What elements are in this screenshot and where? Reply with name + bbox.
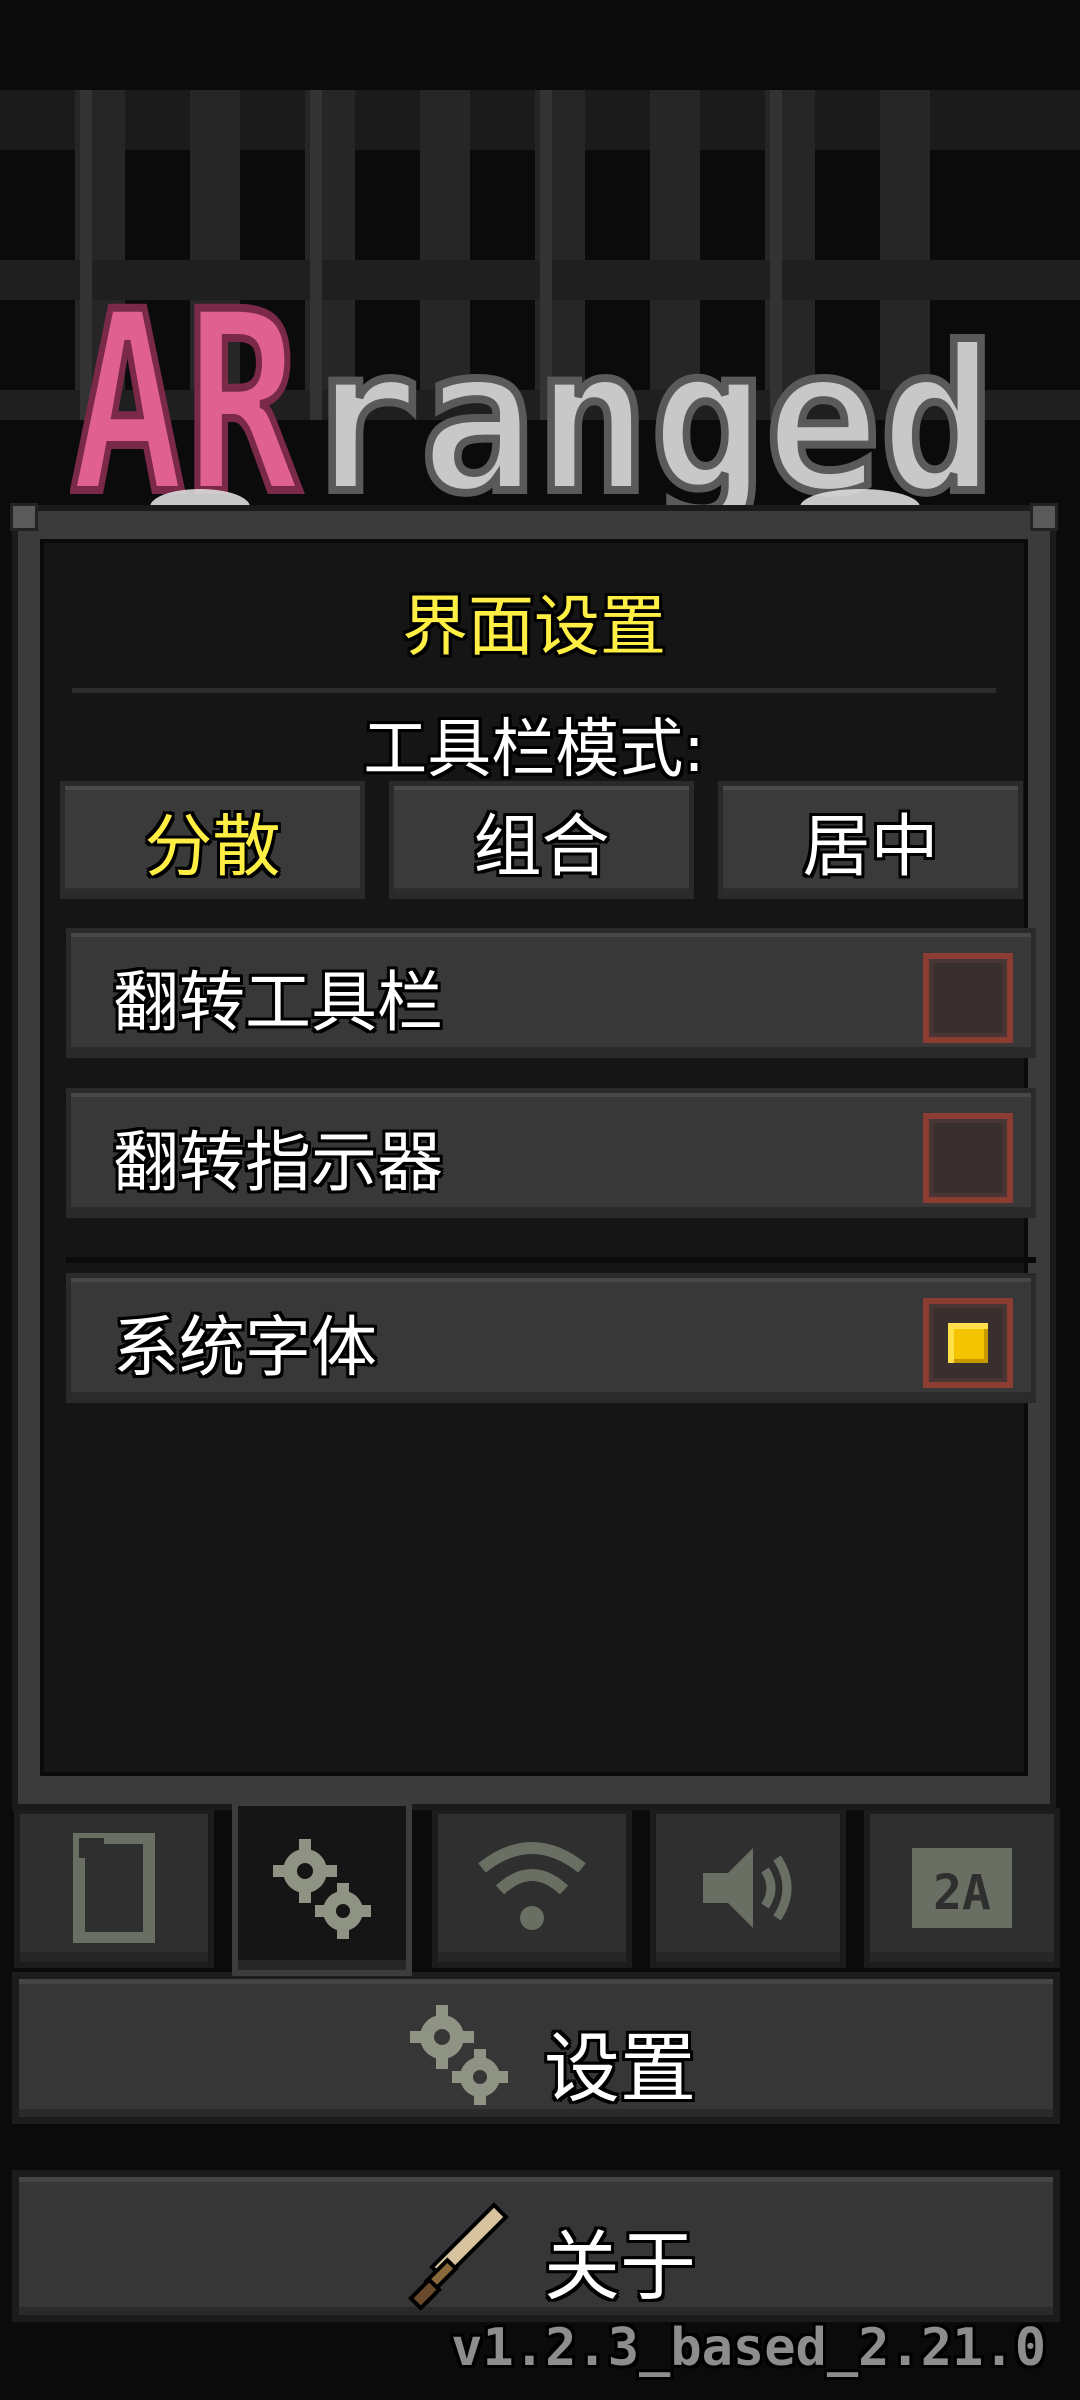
- tab-display[interactable]: [14, 1808, 214, 1968]
- mode-center-label: 居中: [802, 807, 939, 887]
- flip-indicator-label: 翻转指示器: [113, 1124, 443, 1201]
- flip-toolbar-label: 翻转工具栏: [113, 964, 443, 1041]
- speaker-icon: [703, 1848, 792, 1928]
- settings-button-label: 设置: [544, 2024, 696, 2113]
- about-button-label: 关于: [544, 2222, 696, 2311]
- mode-group-button[interactable]: 组合: [389, 781, 694, 899]
- language-icon: 2A: [912, 1848, 1012, 1928]
- row-separator: [66, 1257, 1036, 1263]
- checkbox-checked-mark: [948, 1323, 988, 1363]
- game-title-logo: AR ranged: [70, 285, 999, 515]
- panel-corner: [10, 503, 38, 531]
- settings-button[interactable]: 设置: [12, 1972, 1060, 2124]
- logo-text-pink: AR: [70, 285, 300, 515]
- sword-icon: [408, 2202, 509, 2311]
- panel-content: 界面设置 工具栏模式: 分散 组合 居中 翻转工具栏 翻转指示器 系统字体: [40, 539, 1036, 1776]
- mode-group-label: 组合: [473, 807, 610, 887]
- system-font-label: 系统字体: [113, 1309, 377, 1386]
- system-font-row[interactable]: 系统字体: [66, 1273, 1036, 1403]
- flip-indicator-checkbox[interactable]: [923, 1113, 1013, 1203]
- title-divider: [72, 688, 996, 693]
- about-button[interactable]: 关于: [12, 2170, 1060, 2322]
- mode-scatter-label: 分散: [144, 807, 281, 887]
- mode-center-button[interactable]: 居中: [718, 781, 1023, 899]
- logo-text-grey: ranged: [305, 305, 995, 515]
- system-font-checkbox[interactable]: [923, 1298, 1013, 1388]
- language-icon-text: 2A: [933, 1865, 991, 1921]
- toolbar-mode-label: 工具栏模式:: [363, 713, 705, 787]
- wifi-icon: [478, 1842, 586, 1930]
- tab-language[interactable]: 2A: [864, 1808, 1060, 1968]
- flip-toolbar-row[interactable]: 翻转工具栏: [66, 928, 1036, 1058]
- panel-title: 界面设置: [402, 588, 666, 665]
- settings-panel: 界面设置 工具栏模式: 分散 组合 居中 翻转工具栏 翻转指示器 系统字体: [10, 503, 1058, 1810]
- display-icon: [73, 1833, 155, 1943]
- version-text: v1.2.3_based_2.21.0: [451, 2318, 1046, 2378]
- tab-settings[interactable]: [232, 1800, 412, 1976]
- tab-audio[interactable]: [650, 1808, 846, 1968]
- gears-icon: [410, 2005, 508, 2105]
- tab-network[interactable]: [432, 1808, 632, 1968]
- flip-indicator-row[interactable]: 翻转指示器: [66, 1088, 1036, 1218]
- mode-scatter-button[interactable]: 分散: [60, 781, 365, 899]
- flip-toolbar-checkbox[interactable]: [923, 953, 1013, 1043]
- gears-icon: [273, 1839, 371, 1939]
- panel-corner: [1030, 503, 1058, 531]
